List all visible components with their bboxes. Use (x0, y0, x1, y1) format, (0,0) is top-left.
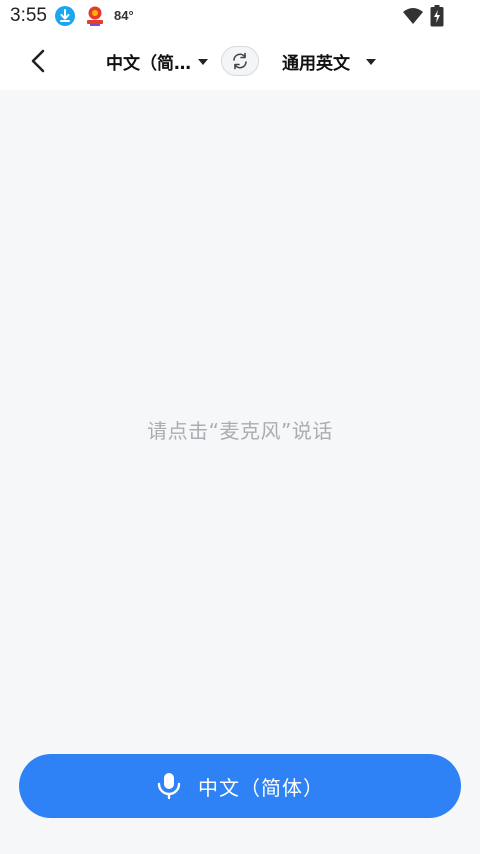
wifi-icon (403, 8, 423, 24)
target-language-selector[interactable]: 通用英文 (282, 48, 376, 74)
caret-down-icon (198, 59, 208, 65)
swap-arrows-icon (233, 52, 247, 70)
download-icon (55, 6, 75, 26)
speech-content-area: 请点击“麦克风”说话 (0, 90, 480, 854)
app-notification-icon (87, 6, 103, 26)
screen: 3:55 84° 中文（简… 通用英文 请点击“麦克风”说话 中文（简体） (0, 0, 480, 854)
chevron-left-icon (31, 49, 45, 73)
target-language-label: 通用英文 (282, 53, 350, 74)
caret-down-icon (366, 59, 376, 65)
status-bar: 3:55 84° (0, 0, 480, 32)
swap-languages-button[interactable] (221, 46, 259, 76)
status-time: 3:55 (10, 5, 47, 26)
source-language-label: 中文（简… (106, 53, 191, 74)
microphone-language-label: 中文（简体） (198, 775, 324, 800)
battery-charging-icon (430, 5, 444, 27)
speak-hint-text: 请点击“麦克风”说话 (147, 419, 333, 443)
microphone-icon (157, 773, 181, 800)
status-temperature: 84° (114, 8, 134, 23)
source-language-selector[interactable]: 中文（简… (106, 48, 208, 74)
back-button[interactable] (22, 44, 56, 78)
top-bar: 中文（简… 通用英文 (0, 32, 480, 90)
microphone-button[interactable]: 中文（简体） (19, 754, 461, 818)
